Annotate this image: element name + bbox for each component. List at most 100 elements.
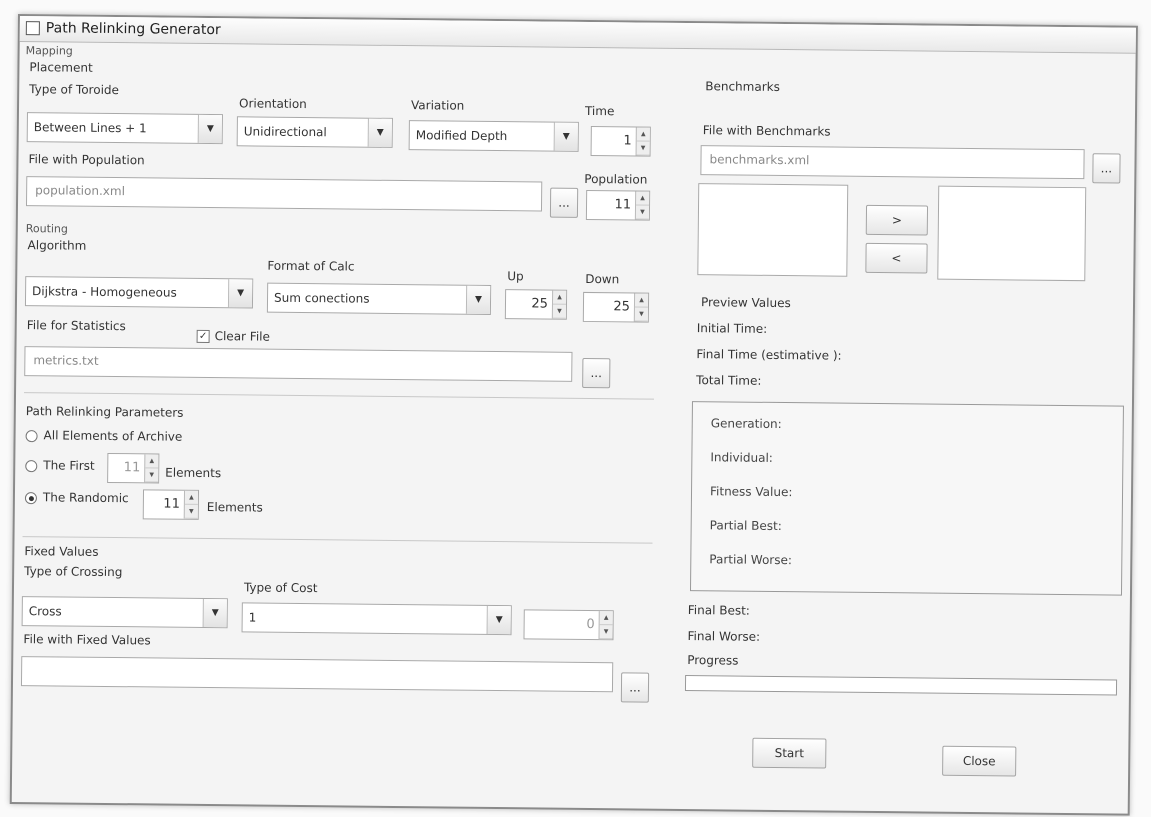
population-file-input[interactable]: population.xml [25,176,543,212]
final-worse-label: Final Worse: [687,629,761,644]
final-time-label: Final Time (estimative ): [696,347,842,363]
generation-label: Generation: [710,416,782,432]
remove-benchmark-button[interactable]: < [865,242,928,274]
variation-combo[interactable]: Modified Depth ▼ [408,120,579,152]
first-count-value: 11 [123,460,141,476]
clear-file-checkbox[interactable]: ✓ [196,329,210,344]
spinner-down-icon[interactable]: ▼ [145,468,159,483]
random-elements-label: Elements [206,500,263,515]
variation-label: Variation [410,98,465,113]
spinner-down-icon[interactable]: ▼ [184,504,198,519]
fitness-value-label: Fitness Value: [709,484,793,500]
spinner-up-icon[interactable]: ▲ [184,490,199,505]
orientation-label: Orientation [239,96,307,112]
chevron-down-icon[interactable]: ▼ [227,279,253,308]
population-spinner[interactable]: 11 ▲ ▼ [585,189,651,221]
chevron-down-icon[interactable]: ▼ [197,114,222,144]
spinner-up-icon[interactable]: ▲ [599,611,613,626]
clear-file-label: Clear File [214,329,270,344]
routing-section-label: Routing [25,222,69,236]
type-of-crossing-label: Type of Crossing [24,564,123,580]
population-browse-button[interactable]: ... [549,187,579,218]
up-value: 25 [531,296,549,312]
the-randomic-radio[interactable] [24,492,37,505]
cost-spinner-value: 0 [586,616,595,633]
separator [22,536,653,544]
first-count-spinner[interactable]: 11 ▲ ▼ [107,452,160,484]
benchmarks-browse-button[interactable]: ... [1092,153,1121,184]
spinner-up-icon[interactable]: ▲ [636,191,650,206]
window-title: Path Relinking Generator [45,20,221,39]
generation-stats-panel: Generation: Individual: Fitness Value: P… [689,401,1124,596]
time-value: 1 [623,133,632,149]
spinner-up-icon[interactable]: ▲ [634,293,649,308]
the-first-radio[interactable] [25,460,38,473]
up-spinner[interactable]: 25 ▲ ▼ [504,289,568,320]
mapping-section-label: Mapping [25,44,73,58]
app-window-icon [25,21,40,36]
statistics-file-input[interactable]: metrics.txt [24,346,573,382]
add-benchmark-button[interactable]: > [865,204,929,236]
cost-value-spinner[interactable]: 0 ▲ ▼ [523,609,614,641]
chevron-down-icon[interactable]: ▼ [465,285,491,314]
up-label: Up [507,269,524,284]
total-time-label: Total Time: [696,373,762,388]
all-elements-label: All Elements of Archive [43,428,183,444]
spinner-up-icon[interactable]: ▲ [636,127,650,142]
type-of-toroide-value: Between Lines + 1 [33,120,147,136]
selected-benchmarks-list[interactable] [937,185,1087,282]
algorithm-combo[interactable]: Dijkstra - Homogeneous ▼ [24,276,254,309]
chevron-down-icon[interactable]: ▼ [553,122,578,151]
file-with-benchmarks-label: File with Benchmarks [702,123,831,139]
path-relinking-window: Path Relinking Generator Mapping Placeme… [9,14,1138,816]
benchmarks-section-label: Benchmarks [705,79,780,94]
fixed-values-file-input[interactable] [20,656,614,693]
population-value: 11 [614,197,632,213]
path-relinking-section-label: Path Relinking Parameters [25,404,184,420]
down-spinner[interactable]: 25 ▲ ▼ [582,291,650,323]
type-of-toroide-combo[interactable]: Between Lines + 1 ▼ [26,112,223,145]
down-label: Down [585,271,620,287]
type-of-cost-combo[interactable]: 1 ▼ [241,602,512,636]
the-first-label: The First [43,458,95,473]
benchmarks-file-input[interactable]: benchmarks.xml [700,145,1085,180]
fixed-values-section-label: Fixed Values [24,544,99,559]
close-button[interactable]: Close [942,745,1017,777]
file-with-fixed-values-label: File with Fixed Values [23,632,151,648]
spinner-down-icon[interactable]: ▼ [552,304,566,319]
fixed-values-browse-button[interactable]: ... [620,672,650,703]
algorithm-label: Algorithm [27,238,87,253]
all-elements-radio[interactable] [25,430,38,443]
chevron-down-icon[interactable]: ▼ [367,118,392,147]
chevron-down-icon[interactable]: ▼ [486,605,511,635]
format-of-calc-combo[interactable]: Sum conections ▼ [266,282,492,315]
statistics-browse-button[interactable]: ... [582,357,611,389]
type-of-crossing-combo[interactable]: Cross ▼ [21,596,228,629]
orientation-combo[interactable]: Unidirectional ▼ [236,116,393,148]
title-bar[interactable]: Path Relinking Generator [19,16,1136,54]
spinner-up-icon[interactable]: ▲ [552,290,567,305]
spinner-up-icon[interactable]: ▲ [145,454,159,469]
type-of-toroide-label: Type of Toroide [29,82,120,98]
spinner-down-icon[interactable]: ▼ [636,141,650,156]
population-label: Population [584,171,648,187]
partial-worse-label: Partial Worse: [709,552,793,568]
placement-label: Placement [29,60,93,75]
algorithm-value: Dijkstra - Homogeneous [32,284,177,300]
partial-best-label: Partial Best: [709,518,782,534]
separator [24,392,655,400]
progress-label: Progress [687,653,739,668]
available-benchmarks-list[interactable] [697,183,849,277]
spinner-down-icon[interactable]: ▼ [635,205,650,220]
time-spinner[interactable]: 1 ▲ ▼ [590,126,651,157]
random-count-spinner[interactable]: 11 ▲ ▼ [142,489,200,520]
random-count-value: 11 [163,496,180,512]
orientation-value: Unidirectional [243,124,327,140]
start-button[interactable]: Start [752,737,827,769]
progress-bar [684,675,1118,696]
chevron-down-icon[interactable]: ▼ [202,598,227,628]
spinner-down-icon[interactable]: ▼ [634,307,648,322]
spinner-down-icon[interactable]: ▼ [599,625,613,640]
format-of-calc-label: Format of Calc [267,258,355,274]
type-of-cost-value: 1 [248,610,257,625]
